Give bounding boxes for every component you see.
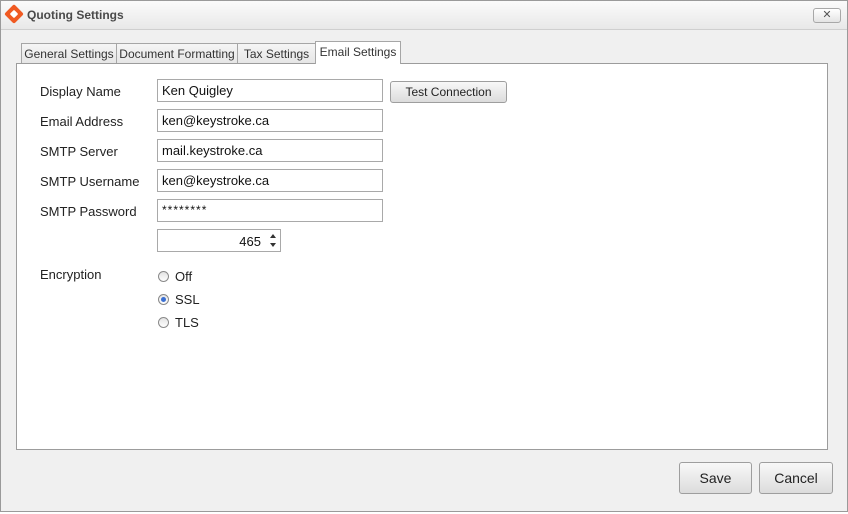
radio-ssl[interactable] [158, 294, 169, 305]
radio-tls-label: TLS [175, 315, 199, 330]
tab-document-formatting[interactable]: Document Formatting [116, 43, 238, 63]
spin-down-arrow-icon[interactable] [270, 243, 276, 247]
radio-ssl-label: SSL [175, 292, 200, 307]
save-button[interactable]: Save [679, 462, 752, 494]
window-title: Quoting Settings [27, 8, 124, 22]
smtp-password-label: SMTP Password [40, 204, 137, 219]
cancel-button[interactable]: Cancel [759, 462, 833, 494]
app-logo-icon [4, 4, 24, 24]
radio-off[interactable] [158, 271, 169, 282]
smtp-username-field[interactable]: ken@keystroke.ca [157, 169, 383, 192]
smtp-server-label: SMTP Server [40, 144, 118, 159]
tab-email-settings[interactable]: Email Settings [315, 41, 401, 64]
smtp-server-field[interactable]: mail.keystroke.ca [157, 139, 383, 162]
email-settings-panel [16, 63, 828, 450]
tab-tax-settings[interactable]: Tax Settings [237, 43, 316, 63]
port-value: 465 [239, 234, 261, 249]
settings-window: Quoting Settings ✕ General Settings Docu… [0, 0, 848, 512]
tab-general-settings[interactable]: General Settings [21, 43, 117, 63]
encryption-label: Encryption [40, 267, 102, 282]
test-connection-button[interactable]: Test Connection [390, 81, 507, 103]
display-name-field[interactable]: Ken Quigley [157, 79, 383, 102]
smtp-username-label: SMTP Username [40, 174, 140, 189]
email-address-label: Email Address [40, 114, 124, 129]
radio-tls[interactable] [158, 317, 169, 328]
spin-up-arrow-icon[interactable] [270, 234, 276, 238]
smtp-password-field[interactable]: ******** [157, 199, 383, 222]
close-button[interactable]: ✕ [813, 8, 841, 23]
email-address-field[interactable]: ken@keystroke.ca [157, 109, 383, 132]
display-name-label: Display Name [40, 84, 121, 99]
title-bar: Quoting Settings ✕ [1, 1, 847, 30]
port-spinner[interactable]: 465 [157, 229, 281, 252]
radio-off-label: Off [175, 269, 193, 284]
